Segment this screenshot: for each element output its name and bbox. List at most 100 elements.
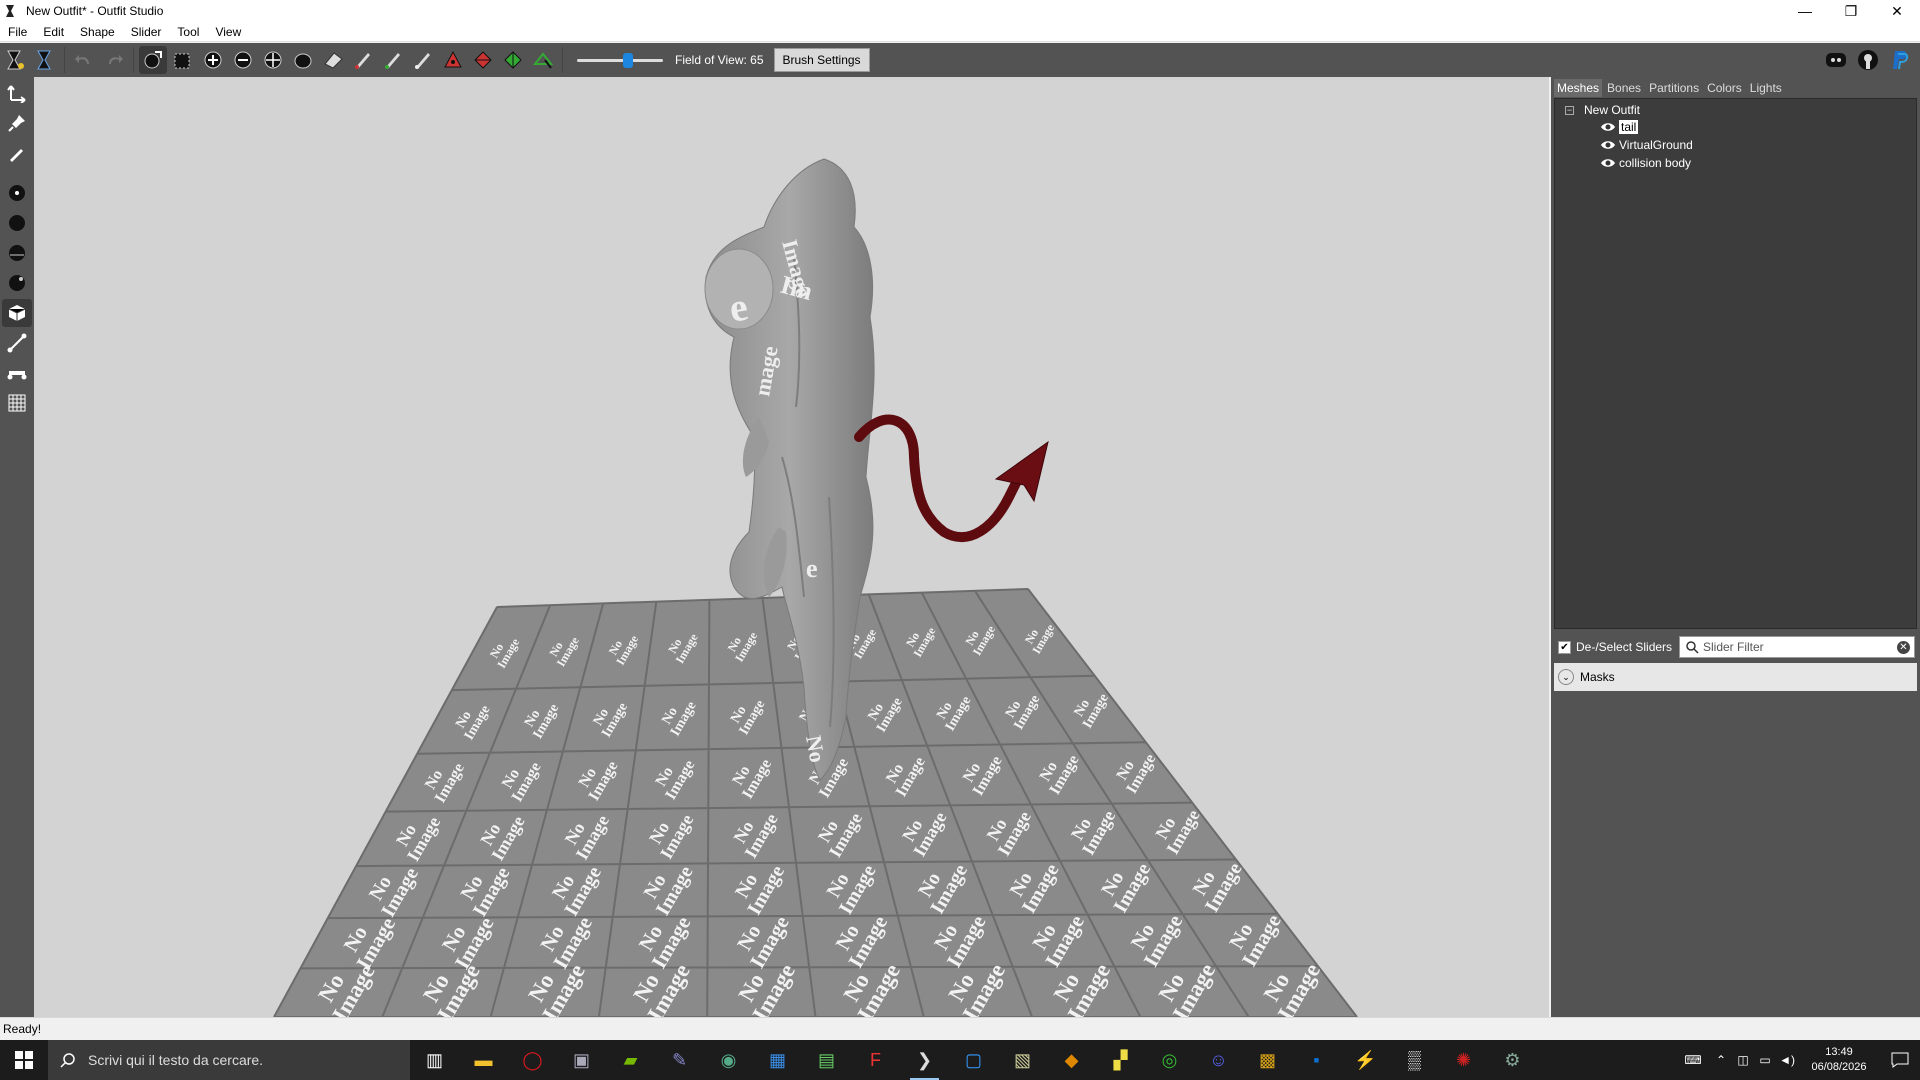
clear-filter-icon[interactable]: ✕ (1897, 641, 1910, 654)
undo-button[interactable] (70, 46, 98, 74)
field-of-view-slider[interactable] (577, 50, 663, 70)
tab-bones[interactable]: Bones (1604, 79, 1644, 97)
photoshop-icon[interactable]: ▪ (1292, 1040, 1341, 1080)
bone-tool-button[interactable] (2, 359, 32, 387)
fov-slider-thumb[interactable] (623, 53, 633, 68)
slider-filter-input[interactable]: Slider Filter ✕ (1679, 636, 1915, 658)
save-project-button[interactable] (31, 46, 59, 74)
brush-size-small-button[interactable] (2, 209, 32, 237)
tree-collapse-toggle[interactable]: − (1565, 105, 1574, 115)
tab-meshes[interactable]: Meshes (1554, 79, 1603, 97)
deselect-sliders-checkbox[interactable]: ✔ (1558, 640, 1571, 654)
edge-tool-button[interactable] (2, 329, 32, 357)
app6-icon[interactable]: ⚡ (1341, 1040, 1390, 1080)
smooth-brush-icon (294, 53, 312, 69)
menu-shape[interactable]: Shape (72, 25, 123, 39)
redo-button[interactable] (100, 46, 128, 74)
collapse-vertex-button[interactable] (439, 46, 467, 74)
app8-icon[interactable]: ✺ (1439, 1040, 1488, 1080)
store-icon[interactable]: ▦ (753, 1040, 802, 1080)
move-brush-button[interactable] (259, 46, 287, 74)
tree-item-virtualground[interactable]: VirtualGround (1600, 138, 1693, 152)
network-icon[interactable]: ▭ (1754, 1040, 1776, 1080)
smooth-brush-button[interactable] (289, 46, 317, 74)
meet-now-icon[interactable]: ◫ (1732, 1040, 1754, 1080)
menu-edit[interactable]: Edit (35, 25, 72, 39)
masks-row[interactable]: ⌄ Masks (1554, 663, 1917, 691)
anchor-tool-button[interactable] (2, 299, 32, 327)
discord-link-button[interactable] (1821, 46, 1851, 74)
brush-size-medium-button[interactable] (2, 239, 32, 267)
folder-icon[interactable]: ▩ (1243, 1040, 1292, 1080)
grid-toggle-button[interactable] (2, 389, 32, 417)
menu-view[interactable]: View (207, 25, 249, 39)
brush-size-tiny-button[interactable] (2, 179, 32, 207)
move-vertex-button[interactable] (529, 46, 557, 74)
chevron-down-icon[interactable]: ⌄ (1558, 669, 1574, 685)
tab-colors[interactable]: Colors (1704, 79, 1745, 97)
menu-slider[interactable]: Slider (123, 25, 170, 39)
fov-slider-track (577, 59, 663, 62)
flip-edge-button[interactable] (469, 46, 497, 74)
chevron-up-icon[interactable]: ⌃ (1710, 1040, 1732, 1080)
vertex-edit-tool-button[interactable] (2, 139, 32, 167)
notepad-icon[interactable]: ▤ (802, 1040, 851, 1080)
menu-tool[interactable]: Tool (169, 25, 207, 39)
minimize-button[interactable]: — (1782, 0, 1828, 22)
3d-viewport[interactable]: NoImage NoImage NoImage NoImage NoImage No Ima… (34, 77, 1549, 1017)
file-explorer-icon[interactable]: ▬ (459, 1040, 508, 1080)
app3-icon[interactable]: ▢ (949, 1040, 998, 1080)
weight-brush-button[interactable] (349, 46, 377, 74)
opera-icon[interactable]: ◯ (508, 1040, 557, 1080)
pen-icon[interactable]: ✎ (655, 1040, 704, 1080)
deflate-brush-button[interactable] (229, 46, 257, 74)
foxit-icon[interactable]: F (851, 1040, 900, 1080)
keyboard-icon[interactable]: ⌨ (1676, 1040, 1710, 1080)
transform-tool-button[interactable] (2, 79, 32, 107)
brush-settings-button[interactable]: Brush Settings (773, 48, 870, 72)
load-project-icon (7, 50, 24, 70)
taskbar-search[interactable]: Scrivi qui il testo da cercare. (48, 1040, 410, 1080)
restore-button[interactable]: ❐ (1828, 0, 1874, 22)
app5-icon[interactable]: ▞ (1096, 1040, 1145, 1080)
app-icon[interactable]: ▣ (557, 1040, 606, 1080)
tree-root-outfit[interactable]: − New Outfit (1565, 103, 1640, 117)
app9-icon[interactable]: ⚙ (1488, 1040, 1537, 1080)
app4-icon[interactable]: ◆ (1047, 1040, 1096, 1080)
split-edge-button[interactable] (499, 46, 527, 74)
clock[interactable]: 13:49 06/08/2026 (1804, 1045, 1874, 1075)
notification-center-icon[interactable] (1880, 1040, 1920, 1080)
eye-icon[interactable] (1600, 140, 1616, 150)
pivot-tool-button[interactable] (2, 109, 32, 137)
discord-icon (1826, 53, 1846, 67)
app7-icon[interactable]: ▒ (1390, 1040, 1439, 1080)
start-button[interactable] (0, 1040, 48, 1080)
tree-item-tail[interactable]: tail (1600, 120, 1639, 134)
select-brush-button[interactable] (139, 46, 167, 74)
eye-icon[interactable] (1600, 158, 1616, 168)
nvidia-icon[interactable]: ▰ (606, 1040, 655, 1080)
eye-icon[interactable] (1600, 122, 1616, 132)
app2-icon[interactable]: ◉ (704, 1040, 753, 1080)
mesh-tree[interactable]: − New Outfit tail VirtualGround collisio… (1554, 98, 1917, 629)
undiff-brush-button[interactable] (319, 46, 347, 74)
mask-brush-button[interactable] (169, 46, 197, 74)
load-project-button[interactable] (1, 46, 29, 74)
tab-partitions[interactable]: Partitions (1646, 79, 1702, 97)
discord-icon[interactable]: ☺ (1194, 1040, 1243, 1080)
brush-size-large-button[interactable] (2, 269, 32, 297)
chrome-icon[interactable]: ◎ (1145, 1040, 1194, 1080)
tab-lights[interactable]: Lights (1747, 79, 1785, 97)
task-view-icon[interactable]: ▥ (410, 1040, 459, 1080)
inflate-brush-button[interactable] (199, 46, 227, 74)
github-link-button[interactable] (1853, 46, 1883, 74)
outfit-studio-icon[interactable]: ❯ (900, 1040, 949, 1080)
menu-file[interactable]: File (0, 25, 35, 39)
winamp-icon[interactable]: ▧ (998, 1040, 1047, 1080)
volume-icon[interactable]: ◄) (1776, 1040, 1798, 1080)
alpha-brush-button[interactable] (409, 46, 437, 74)
tree-item-collision-body[interactable]: collision body (1600, 156, 1691, 170)
paypal-link-button[interactable] (1885, 46, 1915, 74)
color-brush-button[interactable] (379, 46, 407, 74)
close-button[interactable]: ✕ (1874, 0, 1920, 22)
